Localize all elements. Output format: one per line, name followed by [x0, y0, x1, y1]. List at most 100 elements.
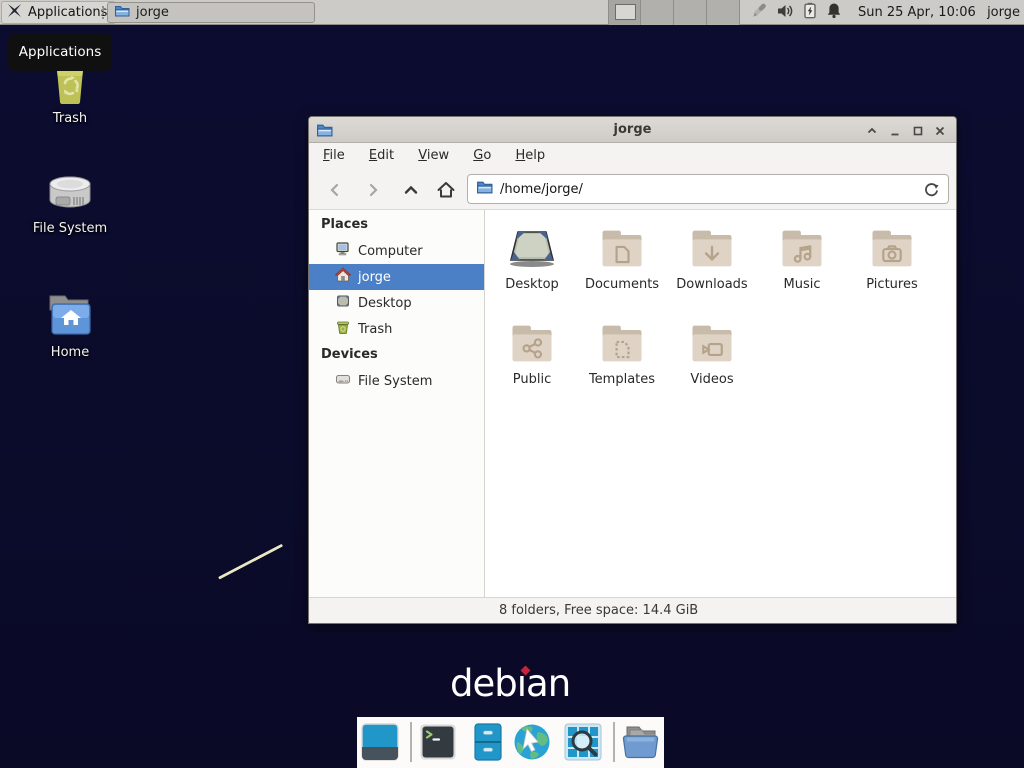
folder-icon: [476, 179, 493, 200]
file-manager-icon[interactable]: [619, 722, 659, 762]
taskbar-window-label: jorge: [136, 5, 169, 20]
reload-icon[interactable]: [923, 181, 940, 198]
workspace-3[interactable]: [674, 0, 707, 25]
bottom-dock: [357, 717, 664, 768]
desktop-icon-home[interactable]: Home: [22, 290, 118, 360]
file-item-downloads[interactable]: Downloads: [667, 222, 757, 292]
maximize-icon[interactable]: [911, 124, 925, 138]
menu-go[interactable]: Go: [463, 143, 501, 168]
sidebar-item-label: Trash: [358, 322, 392, 337]
menu-view[interactable]: View: [408, 143, 459, 168]
menu-edit[interactable]: Edit: [359, 143, 404, 168]
file-item-music[interactable]: Music: [757, 222, 847, 292]
shade-icon[interactable]: [865, 124, 879, 138]
desktop-icon-file-system[interactable]: File System: [22, 170, 118, 236]
up-icon[interactable]: [400, 179, 422, 201]
bell-icon[interactable]: [826, 2, 842, 23]
desktop-line-artifact: [218, 544, 283, 580]
home-icon: [335, 267, 351, 287]
templates-folder-icon: [577, 317, 667, 369]
file-item-videos[interactable]: Videos: [667, 317, 757, 387]
workspace-1[interactable]: [608, 0, 641, 25]
applications-menu-button[interactable]: Applications: [1, 1, 116, 24]
minimize-icon[interactable]: [888, 124, 902, 138]
pictures-folder-icon: [847, 222, 937, 274]
file-manager-window: jorge File Edit View Go Help: [308, 116, 957, 624]
harddrive-icon: [22, 170, 118, 216]
file-item-label: Music: [757, 277, 847, 292]
downloads-folder-icon: [667, 222, 757, 274]
file-item-pictures[interactable]: Pictures: [847, 222, 937, 292]
drive-icon: [335, 371, 351, 391]
folder-icon: [114, 3, 130, 23]
top-panel: Applications jorge: [0, 0, 1024, 25]
videos-folder-icon: [667, 317, 757, 369]
workspace-2[interactable]: [641, 0, 674, 25]
back-icon[interactable]: [324, 179, 346, 201]
desktop-icon-label: File System: [22, 221, 118, 236]
file-item-label: Public: [487, 372, 577, 387]
sidebar-item-jorge[interactable]: jorge: [309, 264, 484, 290]
application-finder-icon[interactable]: [562, 722, 602, 762]
web-browser-icon[interactable]: [511, 722, 551, 762]
file-item-label: Desktop: [487, 277, 577, 292]
sidebar-devices-header: Devices: [321, 347, 378, 362]
show-desktop-icon[interactable]: [360, 722, 400, 762]
location-input[interactable]: /home/jorge/: [500, 182, 916, 197]
file-item-public[interactable]: Public: [487, 317, 577, 387]
sidebar-places-header: Places: [321, 217, 368, 232]
workspace-window-thumb: [615, 4, 636, 20]
system-tray: [750, 0, 842, 25]
file-item-label: Templates: [577, 372, 667, 387]
file-item-label: Videos: [667, 372, 757, 387]
sidebar-item-file-system[interactable]: File System: [309, 368, 484, 394]
documents-folder-icon: [577, 222, 667, 274]
debian-logo: debian: [450, 662, 590, 706]
sidebar-item-trash[interactable]: Trash: [309, 316, 484, 342]
window-content: Places Computer: [309, 210, 956, 597]
desktop-icon: [335, 293, 351, 313]
statusbar-text: 8 folders, Free space: 14.4 GiB: [499, 598, 698, 624]
close-icon[interactable]: [933, 124, 947, 138]
sidebar-item-desktop[interactable]: Desktop: [309, 290, 484, 316]
sidebar: Places Computer: [309, 210, 485, 597]
desktop-icon-label: Trash: [22, 111, 118, 126]
titlebar[interactable]: jorge: [309, 117, 956, 143]
sidebar-item-computer[interactable]: Computer: [309, 238, 484, 264]
file-cabinet-icon[interactable]: [468, 722, 508, 762]
sidebar-item-label: Computer: [358, 244, 423, 259]
toolbar: /home/jorge/: [309, 168, 956, 210]
sidebar-item-label: File System: [358, 374, 432, 389]
tooltip-text: Applications: [19, 44, 101, 60]
home-folder-icon: [22, 290, 118, 340]
forward-icon[interactable]: [362, 179, 384, 201]
volume-icon[interactable]: [776, 3, 794, 23]
menubar: File Edit View Go Help: [309, 143, 956, 168]
home-icon[interactable]: [435, 179, 457, 201]
sidebar-item-label: jorge: [358, 270, 391, 285]
file-item-documents[interactable]: Documents: [577, 222, 667, 292]
terminal-icon[interactable]: [418, 722, 458, 762]
window-title: jorge: [309, 117, 956, 143]
workspace-4[interactable]: [707, 0, 740, 25]
trash-icon: [335, 319, 351, 339]
battery-icon[interactable]: [802, 2, 818, 23]
music-folder-icon: [757, 222, 847, 274]
file-item-desktop[interactable]: Desktop: [487, 222, 577, 292]
taskbar-window-button[interactable]: jorge: [107, 2, 315, 23]
file-item-label: Downloads: [667, 277, 757, 292]
panel-separator: [102, 6, 104, 19]
menu-file[interactable]: File: [313, 143, 355, 168]
computer-icon: [335, 241, 351, 261]
desktop-folder-icon: [487, 222, 577, 274]
applications-tooltip: Applications: [8, 33, 112, 71]
menu-help[interactable]: Help: [505, 143, 555, 168]
panel-clock[interactable]: Sun 25 Apr, 10:06: [858, 0, 976, 25]
file-view[interactable]: Desktop Documents: [485, 210, 956, 597]
applications-menu-label: Applications: [28, 5, 107, 20]
location-bar[interactable]: /home/jorge/: [467, 174, 949, 204]
file-item-templates[interactable]: Templates: [577, 317, 667, 387]
marker-icon[interactable]: [750, 2, 768, 24]
desktop-icon-label: Home: [22, 345, 118, 360]
file-item-label: Documents: [577, 277, 667, 292]
